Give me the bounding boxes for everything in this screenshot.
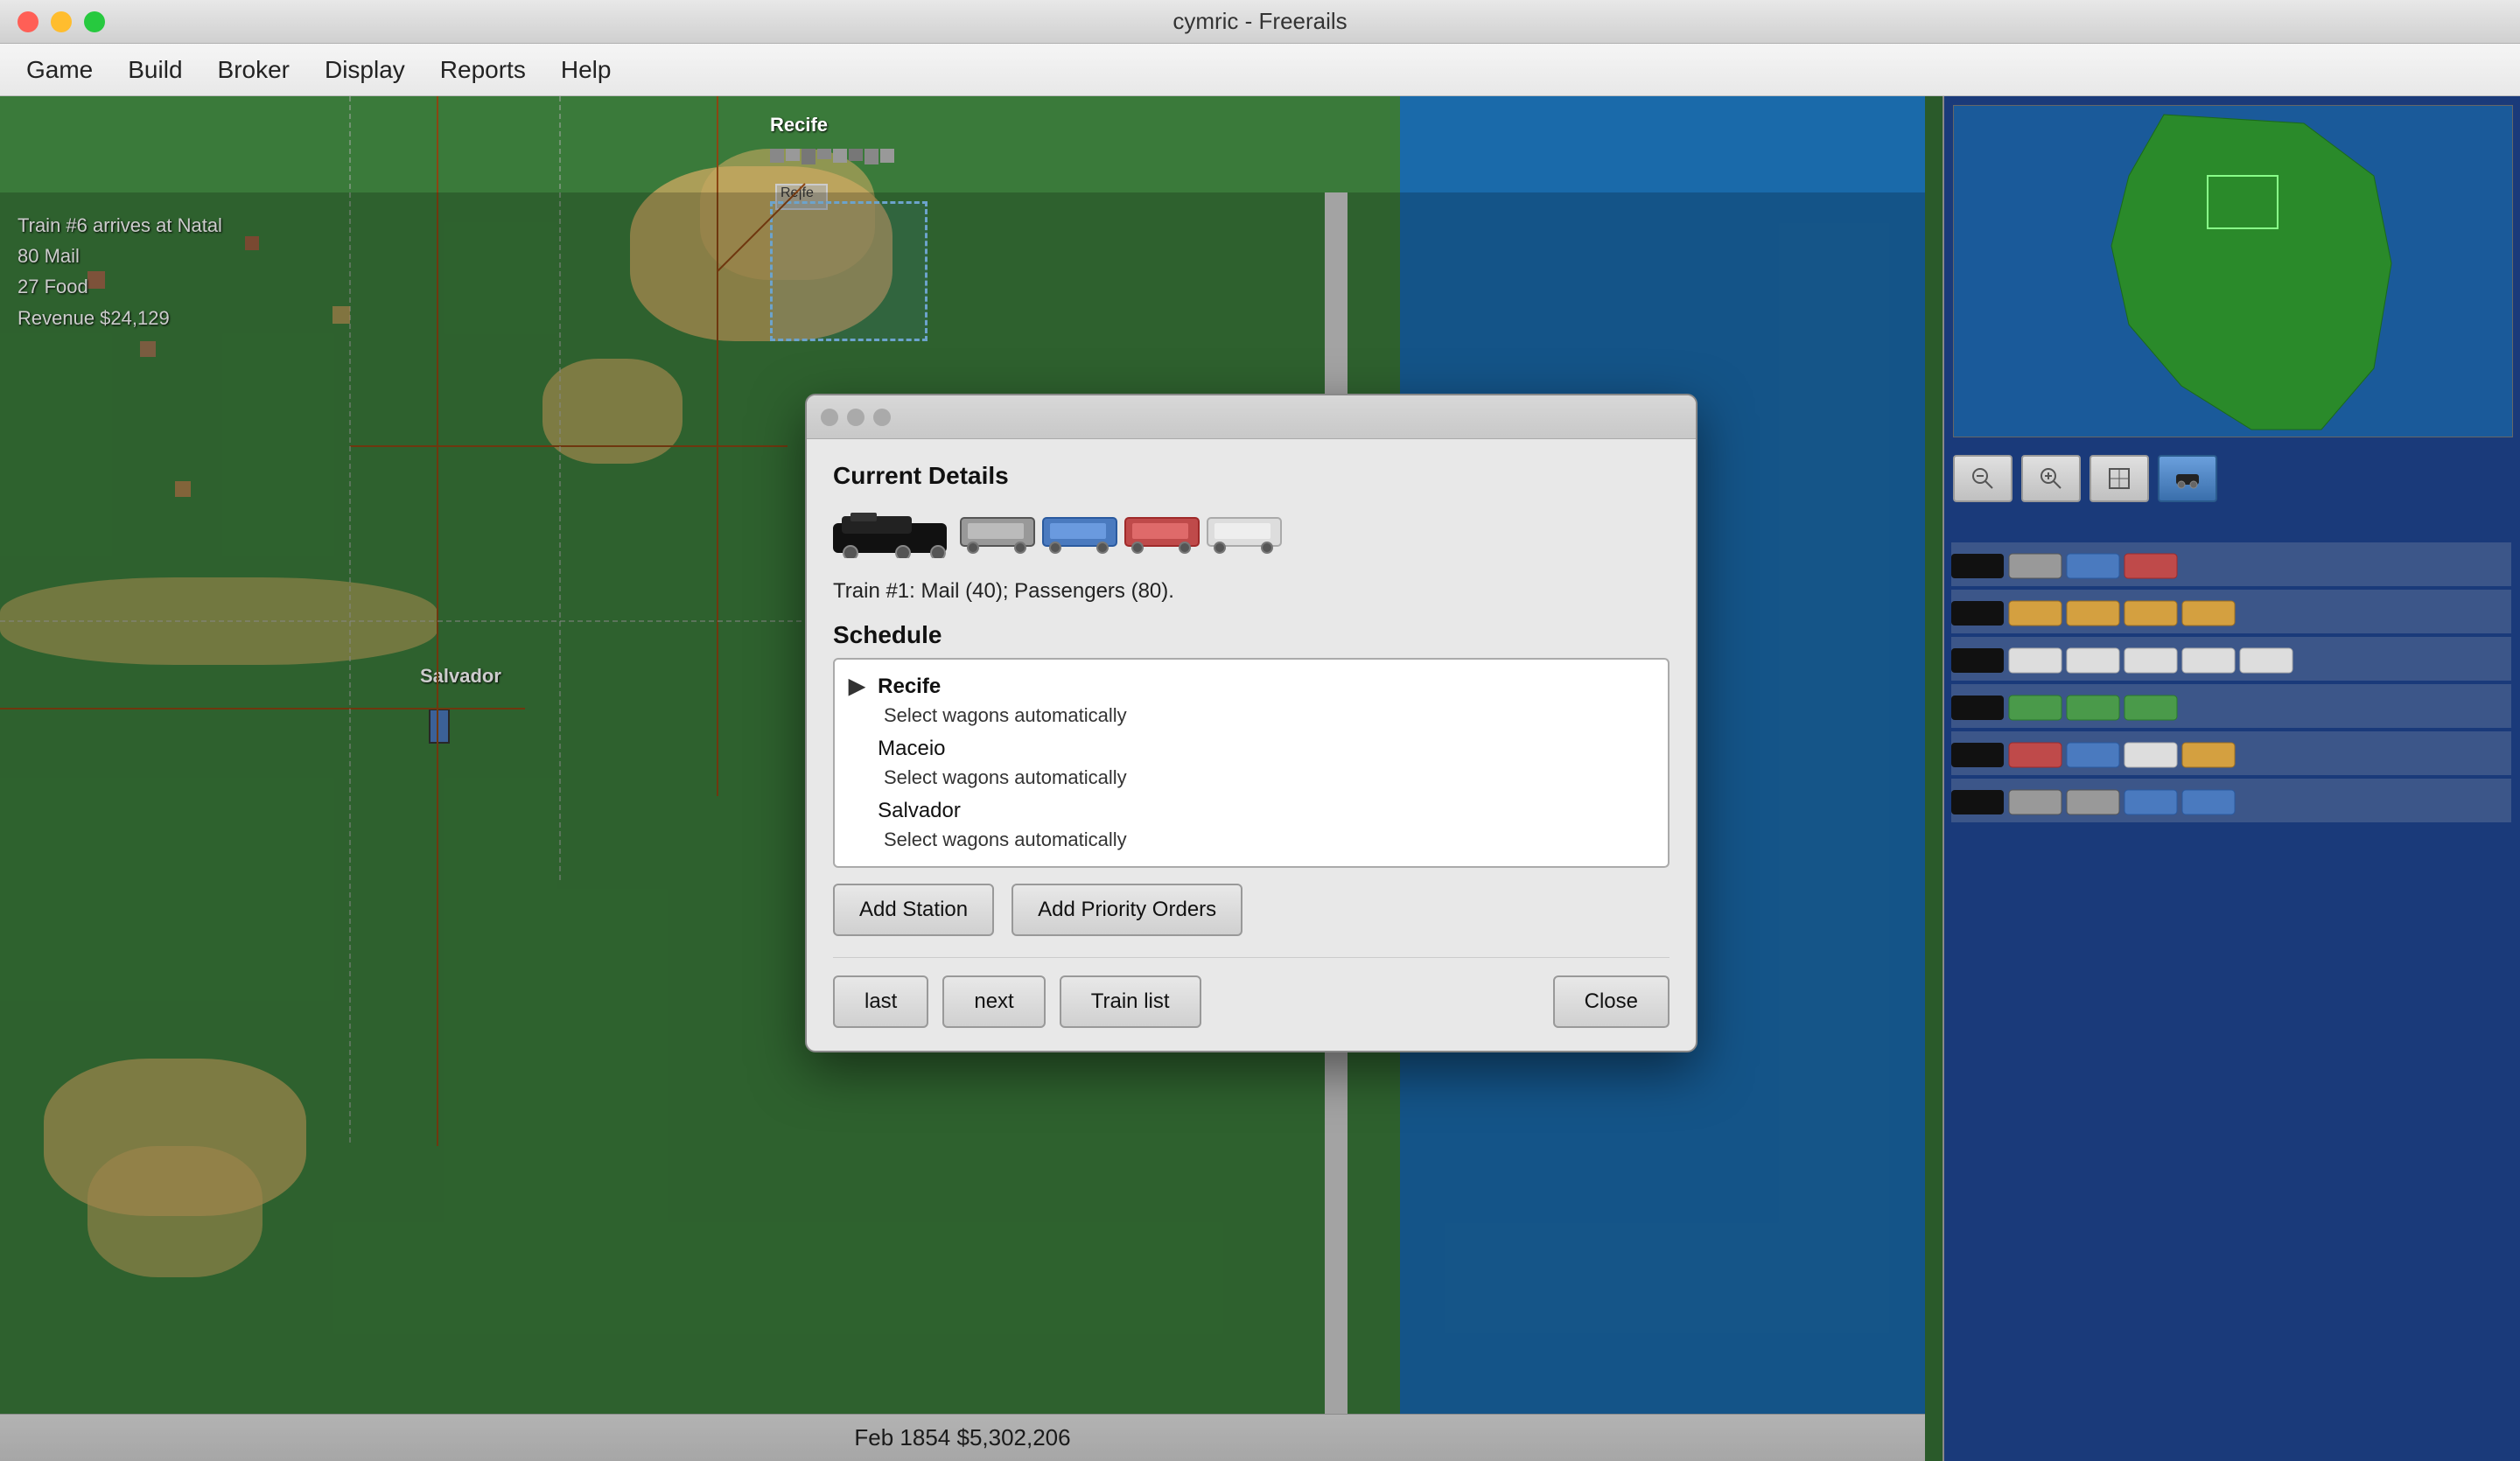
titlebar: cymric - Freerails — [0, 0, 2520, 44]
menu-reports[interactable]: Reports — [423, 49, 543, 91]
schedule-item-maceio[interactable]: ▶ Maceio — [849, 730, 1654, 766]
train-engine — [833, 511, 956, 558]
add-priority-orders-button[interactable]: Add Priority Orders — [1012, 884, 1242, 936]
train-car-4 — [1206, 509, 1284, 561]
schedule-station-maceio: Maceio — [878, 737, 945, 760]
modal-content: Current Details — [807, 439, 1696, 1051]
schedule-item-salvador[interactable]: ▶ Salvador — [849, 793, 1654, 828]
modal-max-dot[interactable] — [873, 409, 891, 426]
maximize-window-button[interactable] — [84, 11, 105, 32]
train-thumbnail-4[interactable] — [1951, 684, 2511, 728]
play-icon: ▶ — [849, 675, 864, 698]
minimize-window-button[interactable] — [51, 11, 72, 32]
train-car-1 — [959, 509, 1038, 561]
minimap-continent-svg — [1954, 106, 2514, 438]
train-description: Train #1: Mail (40); Passengers (80). — [833, 579, 1670, 604]
close-window-button[interactable] — [18, 11, 38, 32]
menu-game[interactable]: Game — [9, 49, 110, 91]
train-car-3 — [1124, 509, 1202, 561]
schedule-section: Schedule ▶ Recife Select wagons automati… — [833, 621, 1670, 936]
minimap — [1942, 96, 2520, 1461]
minimap-overview[interactable] — [1953, 105, 2513, 437]
schedule-item-recife[interactable]: ▶ Recife — [849, 668, 1654, 704]
train-list-button[interactable]: Train list — [1060, 975, 1201, 1028]
schedule-sub-salvador: Select wagons automatically — [849, 828, 1654, 855]
schedule-station-salvador: Salvador — [878, 799, 961, 822]
modal-section-title: Current Details — [833, 462, 1670, 490]
fit-view-button[interactable] — [2090, 455, 2149, 502]
game-map[interactable]: Recife Re|fe Salvador — [0, 96, 1925, 1461]
train-thumbnail-3[interactable] — [1951, 637, 2511, 681]
modal-titlebar — [807, 395, 1696, 439]
menu-help[interactable]: Help — [543, 49, 629, 91]
train-thumbnail-5[interactable] — [1951, 731, 2511, 775]
modal-min-dot[interactable] — [847, 409, 864, 426]
train-thumbnails — [1942, 534, 2520, 835]
next-button[interactable]: next — [942, 975, 1045, 1028]
schedule-list[interactable]: ▶ Recife Select wagons automatically ▶ M… — [833, 658, 1670, 868]
menu-build[interactable]: Build — [110, 49, 200, 91]
window-controls — [18, 11, 105, 32]
modal-overlay: Current Details — [0, 192, 1925, 1461]
menu-broker[interactable]: Broker — [200, 49, 307, 91]
zoom-in-button[interactable] — [2021, 455, 2081, 502]
last-button[interactable]: last — [833, 975, 928, 1028]
zoom-out-button[interactable] — [1953, 455, 2012, 502]
window-title: cymric - Freerails — [1172, 8, 1347, 35]
schedule-buttons: Add Station Add Priority Orders — [833, 884, 1670, 936]
minimap-controls — [1944, 446, 2520, 511]
city-recife-label: Recife — [770, 114, 828, 136]
schedule-station-recife: Recife — [878, 675, 941, 698]
modal-close-dot[interactable] — [821, 409, 838, 426]
trains-view-button[interactable] — [2158, 455, 2217, 502]
menubar: Game Build Broker Display Reports Help — [0, 44, 2520, 96]
schedule-sub-maceio: Select wagons automatically — [849, 766, 1654, 793]
nav-buttons: last next Train list Close — [833, 957, 1670, 1028]
train-thumbnail-1[interactable] — [1951, 542, 2511, 586]
train-thumbnail-2[interactable] — [1951, 590, 2511, 633]
train-visual — [833, 504, 1670, 565]
close-button[interactable]: Close — [1553, 975, 1670, 1028]
schedule-sub-recife: Select wagons automatically — [849, 704, 1654, 730]
train-details-modal: Current Details — [805, 394, 1698, 1052]
train-thumbnail-6[interactable] — [1951, 779, 2511, 822]
schedule-title: Schedule — [833, 621, 1670, 649]
menu-display[interactable]: Display — [307, 49, 423, 91]
add-station-button[interactable]: Add Station — [833, 884, 994, 936]
train-car-2 — [1041, 509, 1120, 561]
